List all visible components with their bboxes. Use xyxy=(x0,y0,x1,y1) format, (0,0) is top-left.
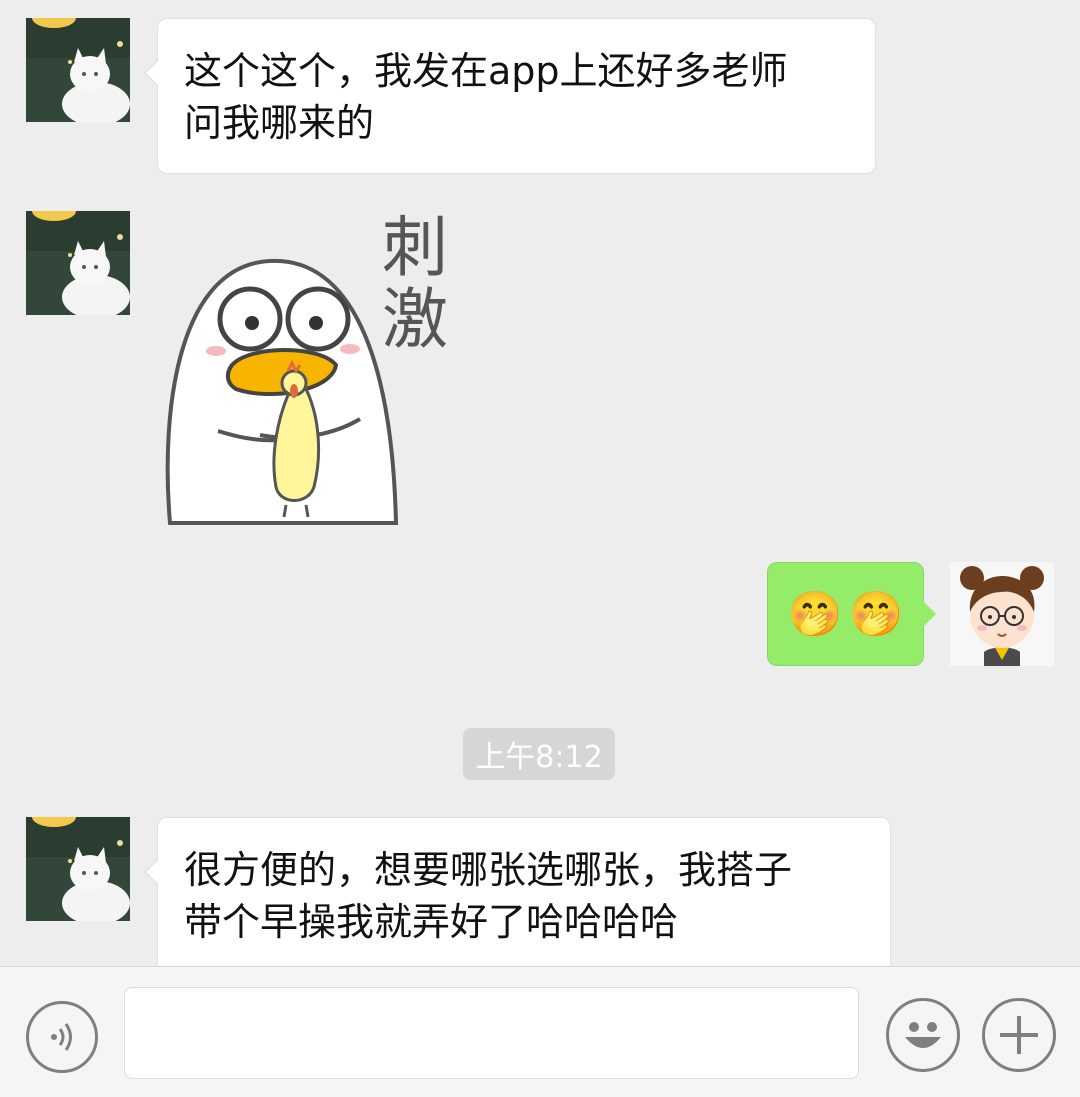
message-bubble[interactable]: 很方便的，想要哪张选哪张，我搭子 带个早操我就弄好了哈哈哈哈 xyxy=(144,817,891,977)
emoji-hand-over-mouth: 🤭 xyxy=(787,589,843,640)
message-input[interactable] xyxy=(124,987,859,1079)
message-text: 很方便的，想要哪张选哪张，我搭子 xyxy=(184,848,793,892)
voice-button[interactable] xyxy=(26,1001,98,1073)
chat-input-bar xyxy=(0,966,1080,1097)
timestamp: 上午8:12 xyxy=(463,728,615,780)
sticker-caption: 刺 激 xyxy=(382,212,472,356)
avatar-contact[interactable] xyxy=(26,18,130,122)
message-bubble[interactable]: 这个这个，我发在app上还好多老师 问我哪来的 xyxy=(144,18,876,174)
message-bubble-self[interactable]: 🤭 🤭 xyxy=(767,562,936,666)
message-text: 这个这个，我发在app上还好多老师 xyxy=(184,49,788,93)
sticker-char: 激 xyxy=(382,281,448,358)
avatar-self[interactable] xyxy=(950,562,1054,666)
emoji-icon xyxy=(905,1022,941,1048)
emoji-button[interactable] xyxy=(886,998,960,1072)
sticker-char: 刺 xyxy=(382,209,448,286)
message-text: 问我哪来的 xyxy=(184,101,375,145)
voice-icon xyxy=(51,1023,72,1051)
emoji-hand-over-mouth: 🤭 xyxy=(848,589,904,640)
avatar-contact[interactable] xyxy=(26,817,130,921)
plus-icon xyxy=(1000,1016,1038,1054)
avatar-contact[interactable] xyxy=(26,211,130,315)
more-button[interactable] xyxy=(982,998,1056,1072)
message-text: 带个早操我就弄好了哈哈哈哈 xyxy=(184,900,679,944)
